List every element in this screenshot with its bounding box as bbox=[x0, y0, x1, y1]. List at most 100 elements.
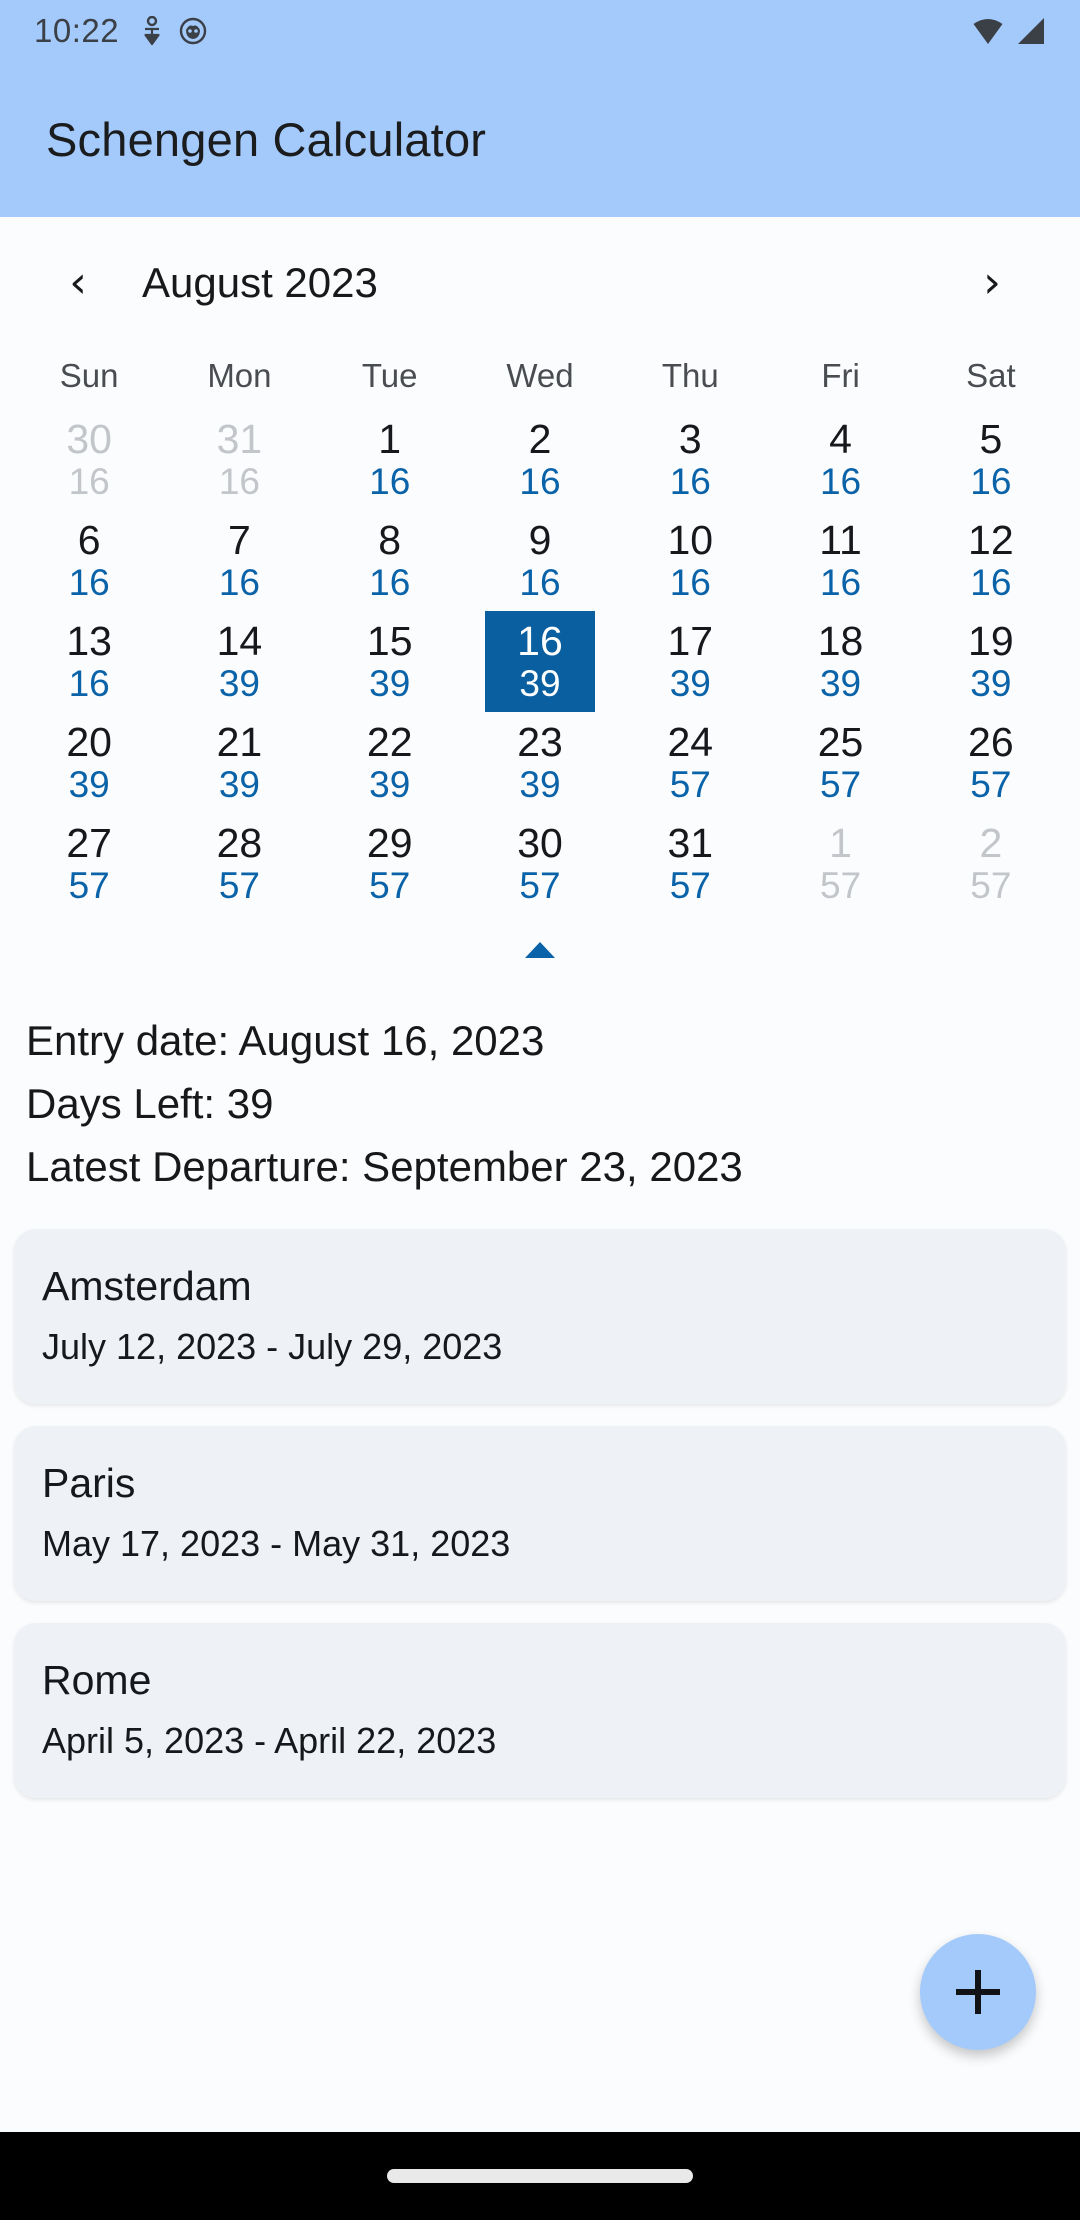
trip-name: Amsterdam bbox=[42, 1262, 252, 1309]
add-trip-button[interactable] bbox=[920, 1934, 1036, 2050]
calendar-day-number: 5 bbox=[979, 415, 1003, 462]
calendar-day-cell[interactable]: 4 16 bbox=[765, 409, 915, 510]
calendar-day-number: 9 bbox=[528, 516, 552, 563]
main-content: ‹ August 2023 › Sun Mon Tue Wed Thu Fri Sat 30… bbox=[0, 217, 1080, 2132]
trip-name: Rome bbox=[42, 1656, 152, 1703]
calendar-days-left-value: 16 bbox=[369, 561, 411, 603]
wifi-icon bbox=[973, 19, 1003, 44]
trip-card[interactable]: Paris May 17, 2023 - May 31, 2023 bbox=[14, 1425, 1066, 1601]
calendar-days-left-value: 16 bbox=[519, 561, 561, 603]
calendar-day-number: 2 bbox=[528, 415, 552, 462]
calendar-day-number: 26 bbox=[968, 718, 1014, 765]
calendar-day-cell[interactable]: 29 57 bbox=[315, 813, 465, 914]
home-indicator[interactable] bbox=[387, 2169, 693, 2183]
calendar-days-left-value: 16 bbox=[519, 460, 561, 502]
calendar-day-cell[interactable]: 22 39 bbox=[315, 712, 465, 813]
calendar-day-cell[interactable]: 12 16 bbox=[916, 510, 1066, 611]
calendar-day-cell[interactable]: 30 16 bbox=[14, 409, 164, 510]
calendar-day-cell[interactable]: 10 16 bbox=[615, 510, 765, 611]
calendar-days-left-value: 16 bbox=[218, 460, 260, 502]
status-bar-clock: 10:22 bbox=[34, 12, 120, 49]
calendar-day-number: 2 bbox=[979, 819, 1003, 866]
calendar-days-left-value: 16 bbox=[218, 561, 260, 603]
calendar-days-left-value: 57 bbox=[970, 864, 1012, 906]
entry-date-text: Entry date: August 16, 2023 bbox=[26, 1017, 545, 1064]
calendar-day-cell[interactable]: 30 57 bbox=[465, 813, 615, 914]
calendar-weekday-thu: Thu bbox=[661, 357, 719, 394]
next-month-button[interactable]: › bbox=[964, 255, 1020, 311]
calendar-week-row: 6 16 7 16 8 16 9 16 10 16 11 16 12 16 bbox=[14, 510, 1066, 611]
calendar-days-left-value: 39 bbox=[669, 662, 711, 704]
trip-name: Paris bbox=[42, 1459, 136, 1506]
calendar-day-cell[interactable]: 31 57 bbox=[615, 813, 765, 914]
calendar-day-cell[interactable]: 24 57 bbox=[615, 712, 765, 813]
calendar-day-number: 21 bbox=[216, 718, 263, 765]
calendar-day-number: 31 bbox=[216, 415, 263, 462]
calendar-days-left-value: 16 bbox=[68, 460, 110, 502]
calendar-day-number: 23 bbox=[517, 718, 563, 765]
calendar-day-cell[interactable]: 6 16 bbox=[14, 510, 164, 611]
calendar-day-number: 14 bbox=[216, 617, 263, 664]
calendar-days-left-value: 16 bbox=[68, 662, 110, 704]
calendar-day-cell[interactable]: 9 16 bbox=[465, 510, 615, 611]
calendar-day-cell-selected[interactable]: 16 39 bbox=[484, 611, 595, 712]
body-sensor-icon bbox=[144, 16, 160, 46]
plus-icon-bar bbox=[956, 1989, 1000, 1995]
calendar-day-cell[interactable]: 14 39 bbox=[164, 611, 314, 712]
calendar-day-number: 1 bbox=[378, 415, 402, 462]
calendar-day-cell[interactable]: 8 16 bbox=[315, 510, 465, 611]
app-badge-icon bbox=[179, 17, 207, 45]
calendar-day-number: 3 bbox=[678, 415, 702, 462]
calendar-day-cell[interactable]: 18 39 bbox=[765, 611, 915, 712]
calendar-collapse-button[interactable] bbox=[0, 914, 1080, 986]
trip-card[interactable]: Amsterdam July 12, 2023 - July 29, 2023 bbox=[14, 1228, 1066, 1404]
calendar-day-cell[interactable]: 21 39 bbox=[164, 712, 314, 813]
calendar-day-number: 13 bbox=[66, 617, 112, 664]
signal-icon bbox=[1018, 18, 1044, 44]
calendar-week-row: 20 39 21 39 22 39 23 39 24 57 25 57 26 57 bbox=[14, 712, 1066, 813]
calendar-day-cell[interactable]: 20 39 bbox=[14, 712, 164, 813]
calendar-day-cell[interactable]: 13 16 bbox=[14, 611, 164, 712]
calendar-day-number: 24 bbox=[667, 718, 714, 765]
calendar-day-number: 20 bbox=[66, 718, 112, 765]
calendar-day-cell[interactable]: 19 39 bbox=[916, 611, 1066, 712]
calendar-day-cell[interactable]: 1 57 bbox=[765, 813, 915, 914]
calendar-days-left-value: 57 bbox=[819, 864, 862, 906]
calendar-day-cell[interactable]: 2 57 bbox=[916, 813, 1066, 914]
trip-card[interactable]: Rome April 5, 2023 - April 22, 2023 bbox=[14, 1622, 1066, 1798]
calendar-day-cell[interactable]: 28 57 bbox=[164, 813, 314, 914]
calendar-day-cell[interactable]: 7 16 bbox=[164, 510, 314, 611]
calendar-days-left-value: 39 bbox=[970, 662, 1012, 704]
calendar-day-number: 19 bbox=[968, 617, 1014, 664]
calendar-day-number: 29 bbox=[366, 819, 413, 866]
calendar-day-cell[interactable]: 23 39 bbox=[465, 712, 615, 813]
latest-departure-text: Latest Departure: September 23, 2023 bbox=[26, 1143, 743, 1191]
calendar-day-cell[interactable]: 11 16 bbox=[765, 510, 915, 611]
calendar-day-cell[interactable]: 27 57 bbox=[14, 813, 164, 914]
previous-month-button[interactable]: ‹ bbox=[50, 255, 106, 311]
calendar-days-left-value: 39 bbox=[519, 763, 561, 805]
calendar-day-cell[interactable]: 1 16 bbox=[315, 409, 465, 510]
calendar-week-row: 30 16 31 16 1 16 2 16 3 16 4 16 5 16 bbox=[14, 409, 1066, 510]
trip-dates: April 5, 2023 - April 22, 2023 bbox=[42, 1719, 497, 1761]
calendar-days-left-value: 16 bbox=[669, 561, 711, 603]
calendar-day-cell[interactable]: 15 39 bbox=[315, 611, 465, 712]
calendar-day-cell[interactable]: 5 16 bbox=[916, 409, 1066, 510]
calendar-days-left-value: 16 bbox=[819, 561, 862, 603]
calendar-days-left-value: 39 bbox=[218, 763, 260, 805]
calendar-weekday-fri: Fri bbox=[821, 357, 860, 394]
calendar-day-cell[interactable]: 31 16 bbox=[164, 409, 314, 510]
calendar-day-cell[interactable]: 25 57 bbox=[765, 712, 915, 813]
calendar-weekday-header: Sun Mon Tue Wed Thu Fri Sat bbox=[14, 349, 1066, 409]
calendar-day-cell[interactable]: 26 57 bbox=[916, 712, 1066, 813]
calendar-day-number: 27 bbox=[66, 819, 112, 866]
calendar-week-row: 13 16 14 39 15 39 16 39 17 39 18 39 19 39 bbox=[14, 611, 1066, 712]
calendar-day-number: 7 bbox=[228, 516, 251, 563]
calendar-day-cell[interactable]: 17 39 bbox=[615, 611, 765, 712]
calendar-day-cell[interactable]: 3 16 bbox=[615, 409, 765, 510]
calendar-day-cell[interactable]: 2 16 bbox=[465, 409, 615, 510]
calendar-day-number: 10 bbox=[667, 516, 714, 563]
calendar-day-number: 28 bbox=[216, 819, 263, 866]
status-bar-notification-icons bbox=[141, 16, 207, 46]
calendar-month-nav: ‹ August 2023 › bbox=[0, 217, 1080, 349]
